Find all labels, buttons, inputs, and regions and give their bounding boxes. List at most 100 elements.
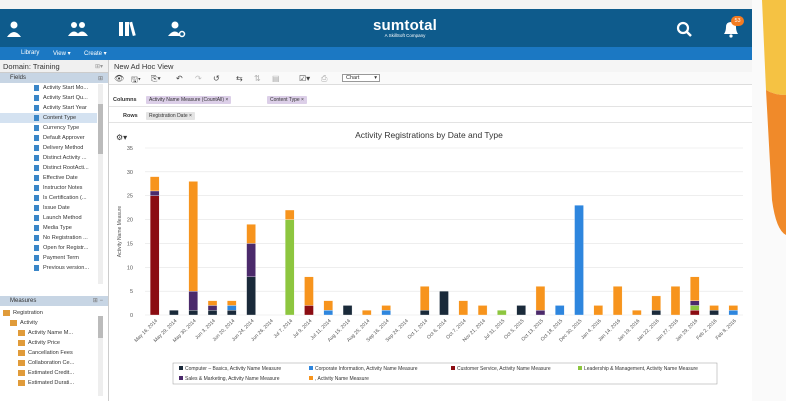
- bar-segment[interactable]: [477, 305, 488, 316]
- bar-segment[interactable]: [246, 276, 256, 316]
- remove-icon[interactable]: ×: [189, 113, 192, 119]
- bar-segment[interactable]: [227, 300, 237, 306]
- bar-segment[interactable]: [574, 205, 584, 316]
- bar-segment[interactable]: [149, 195, 160, 316]
- fields-header[interactable]: Fields ⊞: [0, 73, 108, 83]
- field-item[interactable]: Distinct RootActi...: [0, 163, 97, 173]
- bar-segment[interactable]: [516, 305, 526, 316]
- bar-segment[interactable]: [246, 224, 256, 244]
- people-icon[interactable]: [67, 20, 89, 38]
- measures-scrollbar[interactable]: [98, 316, 103, 396]
- bar-segment[interactable]: [188, 290, 198, 311]
- search-icon[interactable]: [674, 20, 696, 38]
- bar-segment[interactable]: [342, 305, 353, 316]
- menu-library[interactable]: Library: [21, 50, 39, 56]
- redo-icon[interactable]: ↷: [195, 74, 202, 83]
- field-item[interactable]: Open for Registr...: [0, 243, 97, 253]
- library-icon[interactable]: [117, 20, 139, 38]
- bar-segment[interactable]: [439, 290, 449, 316]
- bar-segment[interactable]: [246, 243, 256, 277]
- bar-segment[interactable]: [285, 209, 295, 220]
- bar-segment[interactable]: [207, 300, 218, 306]
- bar-segment[interactable]: [188, 181, 198, 292]
- bar-segment[interactable]: [535, 310, 546, 316]
- measure-item[interactable]: Collaboration Ce...: [0, 358, 97, 368]
- bar-segment[interactable]: [420, 310, 430, 316]
- bar-segment[interactable]: [285, 219, 295, 316]
- bar-segment[interactable]: [612, 286, 623, 316]
- field-item[interactable]: Distinct Activity ...: [0, 153, 97, 163]
- bar-segment[interactable]: [227, 305, 237, 311]
- field-item[interactable]: Is Certification (...: [0, 193, 97, 203]
- bar-segment[interactable]: [535, 286, 546, 311]
- field-item[interactable]: No Registration ...: [0, 233, 97, 243]
- rows-pill-registration-date[interactable]: Registration Date ×: [146, 112, 195, 120]
- bar-segment[interactable]: [420, 286, 430, 311]
- bar-segment[interactable]: [149, 176, 160, 192]
- bar-segment[interactable]: [651, 295, 661, 311]
- field-item[interactable]: Media Type: [0, 223, 97, 233]
- field-item[interactable]: Content Type: [0, 113, 97, 123]
- bar-segment[interactable]: [169, 310, 179, 316]
- bar-segment[interactable]: [728, 305, 739, 311]
- view-icon[interactable]: 👁: [114, 74, 124, 83]
- query-icon[interactable]: ⎙: [321, 74, 327, 84]
- columns-pill-content-type[interactable]: Content Type ×: [267, 96, 307, 104]
- bar-segment[interactable]: [728, 310, 739, 316]
- bar-segment[interactable]: [362, 310, 372, 316]
- measure-item[interactable]: Activity Name M...: [0, 328, 97, 338]
- fields-scroll-thumb[interactable]: [98, 104, 103, 154]
- field-item[interactable]: Activity Start Qu...: [0, 93, 97, 103]
- field-item[interactable]: Instructor Notes: [0, 183, 97, 193]
- bar-segment[interactable]: [709, 310, 719, 316]
- bar-segment[interactable]: [323, 310, 333, 316]
- remove-icon[interactable]: ×: [225, 97, 228, 103]
- bar-segment[interactable]: [690, 310, 700, 316]
- field-item[interactable]: Previous version...: [0, 263, 97, 273]
- pivot-icon[interactable]: ⇆: [236, 74, 243, 83]
- field-item[interactable]: Launch Method: [0, 213, 97, 223]
- measures-menu-icon[interactable]: ⊞ −: [93, 297, 103, 304]
- bar-segment[interactable]: [207, 305, 218, 311]
- bar-segment[interactable]: [323, 300, 333, 311]
- bar-segment[interactable]: [670, 286, 681, 316]
- bar-segment[interactable]: [709, 305, 719, 311]
- export-icon[interactable]: ⎘▾: [151, 74, 161, 84]
- remove-icon[interactable]: ×: [301, 97, 304, 103]
- bar-segment[interactable]: [381, 305, 391, 311]
- menu-create[interactable]: Create ▾: [84, 50, 107, 57]
- field-item[interactable]: Issue Date: [0, 203, 97, 213]
- menu-view[interactable]: View ▾: [53, 50, 71, 57]
- bar-segment[interactable]: [149, 190, 160, 196]
- bar-segment[interactable]: [632, 310, 642, 316]
- field-item[interactable]: Effective Date: [0, 173, 97, 183]
- bar-segment[interactable]: [690, 300, 700, 306]
- bar-segment[interactable]: [690, 276, 700, 301]
- field-item[interactable]: Activity Start Mo...: [0, 83, 97, 93]
- field-item[interactable]: Delivery Method: [0, 143, 97, 153]
- columns-pill-measure[interactable]: Activity Name Measure (CountAll) ×: [146, 96, 232, 104]
- measures-group[interactable]: Activity: [0, 318, 97, 328]
- bar-segment[interactable]: [593, 305, 603, 316]
- bar-segment[interactable]: [651, 310, 661, 316]
- bar-segment[interactable]: [497, 310, 507, 316]
- fields-scrollbar[interactable]: [98, 84, 103, 284]
- undo-icon[interactable]: ↶: [176, 74, 183, 83]
- filter-icon[interactable]: ▤: [272, 74, 280, 83]
- bar-segment[interactable]: [227, 310, 237, 316]
- field-item[interactable]: Activity Start Year: [0, 103, 97, 113]
- field-item[interactable]: Default Approver: [0, 133, 97, 143]
- fields-menu-icon[interactable]: ⊞: [98, 75, 103, 82]
- measure-item[interactable]: Cancellation Fees: [0, 348, 97, 358]
- user-settings-icon[interactable]: [165, 20, 187, 38]
- measures-scroll-thumb[interactable]: [98, 316, 103, 338]
- domain-menu-icon[interactable]: ⊞▾: [95, 63, 103, 70]
- measure-item[interactable]: Activity Price: [0, 338, 97, 348]
- bar-segment[interactable]: [555, 305, 565, 316]
- measure-item[interactable]: Estimated Durati...: [0, 378, 97, 388]
- measure-item[interactable]: Estimated Credit...: [0, 368, 97, 378]
- notification-badge[interactable]: 53: [731, 16, 744, 26]
- bar-segment[interactable]: [458, 300, 468, 316]
- bar-segment[interactable]: [207, 310, 218, 316]
- chart-options-icon[interactable]: ⚙▾: [116, 133, 127, 142]
